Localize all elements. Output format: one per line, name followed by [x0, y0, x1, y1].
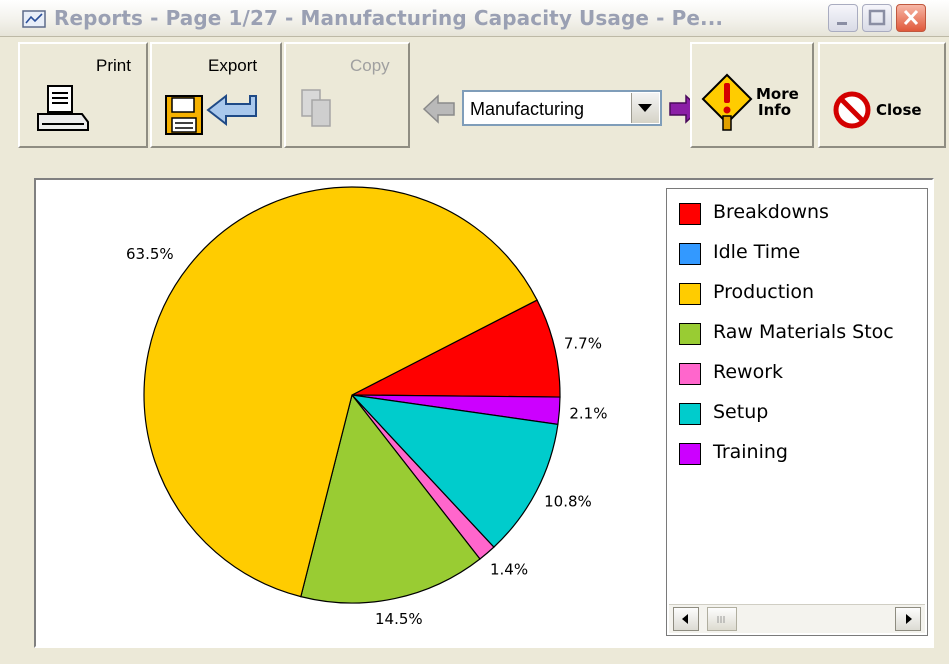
legend-item: Production [679, 281, 927, 307]
slice-label: 1.4% [490, 560, 528, 578]
left-arrow-icon[interactable] [422, 94, 456, 124]
exclamation-diamond-icon [701, 73, 753, 131]
report-chart-icon [22, 10, 46, 28]
legend-swatch [679, 243, 701, 265]
close-x-icon [903, 9, 919, 26]
legend-item: Idle Time [679, 241, 927, 267]
legend-label: Breakdowns [713, 201, 829, 223]
chevron-left-icon [682, 614, 688, 624]
report-select[interactable]: Manufacturing [462, 90, 662, 126]
more-info-label-line1: More [756, 85, 799, 103]
legend-item: Training [679, 441, 927, 467]
copy-icon [301, 89, 331, 127]
toolbar: Print Export Copy Manufacturing More Inf… [0, 38, 949, 152]
maximize-button[interactable] [862, 4, 892, 32]
scroll-left-button[interactable] [673, 607, 699, 631]
legend-item: Raw Materials Stoc [679, 321, 927, 347]
title-bar[interactable]: Reports - Page 1/27 - Manufacturing Capa… [0, 0, 949, 37]
legend-label: Raw Materials Stoc [713, 321, 894, 343]
dropdown-button[interactable] [631, 93, 659, 123]
floppy-export-icon [165, 93, 257, 135]
chevron-right-icon [906, 614, 912, 624]
legend-label: Production [713, 281, 815, 303]
export-label: Export [208, 56, 258, 75]
legend-item: Setup [679, 401, 927, 427]
close-label: Close [876, 101, 922, 119]
maximize-icon [868, 9, 886, 26]
legend-swatch [679, 443, 701, 465]
legend-swatch [679, 323, 701, 345]
chevron-down-icon [638, 104, 652, 112]
scroll-thumb[interactable] [707, 607, 737, 631]
legend-swatch [679, 203, 701, 225]
no-sign-icon [833, 91, 871, 129]
legend-label: Setup [713, 401, 769, 423]
printer-icon [37, 85, 89, 131]
legend-swatch [679, 363, 701, 385]
scroll-right-button[interactable] [895, 607, 921, 631]
minimize-button[interactable] [828, 4, 858, 32]
slice-label: 14.5% [375, 610, 423, 628]
close-button[interactable]: Close [818, 42, 946, 148]
legend-label: Rework [713, 361, 784, 383]
print-label: Print [96, 56, 131, 75]
export-button[interactable]: Export [150, 42, 282, 148]
pie-chart: 7.7% 2.1% 10.8% 1.4% 14.5% 63.5% [126, 186, 607, 628]
slice-label: 7.7% [564, 335, 602, 353]
legend-horizontal-scrollbar[interactable] [669, 604, 925, 633]
window-close-button[interactable] [896, 4, 926, 32]
legend-label: Training [713, 441, 788, 463]
legend-item: Rework [679, 361, 927, 387]
legend-swatch [679, 283, 701, 305]
grip-icon [717, 616, 725, 623]
copy-button[interactable]: Copy [284, 42, 410, 148]
legend-item: Breakdowns [679, 201, 927, 227]
print-button[interactable]: Print [18, 42, 148, 148]
slice-label: 2.1% [569, 404, 607, 422]
copy-label: Copy [350, 56, 390, 75]
legend-label: Idle Time [713, 241, 801, 263]
slice-label: 63.5% [126, 245, 174, 263]
window-title: Reports - Page 1/27 - Manufacturing Capa… [54, 6, 724, 30]
slice-label: 10.8% [544, 492, 592, 510]
more-info-label-line2: Info [758, 101, 792, 119]
minimize-icon [837, 22, 847, 25]
more-info-button[interactable]: More Info [690, 42, 814, 148]
legend-swatch [679, 403, 701, 425]
report-select-value: Manufacturing [470, 99, 585, 119]
legend: Breakdowns Idle Time Production Raw Materia… [666, 188, 928, 636]
